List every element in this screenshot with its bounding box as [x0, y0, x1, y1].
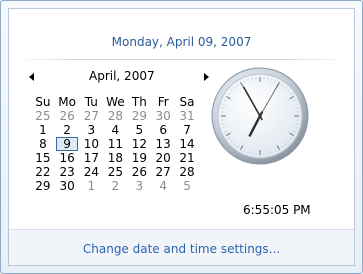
calendar-week-row: 1234567 [31, 123, 199, 137]
selected-day-label: 9 [56, 137, 79, 151]
weekday-header: Sa [179, 95, 195, 109]
calendar-day[interactable]: 16 [55, 151, 80, 165]
calendar-day[interactable]: 19 [127, 151, 151, 165]
calendar-grid: Su Mo Tu We Th Fr Sa 25 26 27 28 29 30 31 1 2 3 4 5 6 7 8 9 10… [31, 95, 199, 193]
analog-clock [211, 67, 309, 165]
weekday-header: Tu [84, 95, 98, 109]
calendar-day[interactable]: 5 [175, 179, 199, 193]
calendar-week-row: 22 23 24 25 26 27 28 [31, 165, 199, 179]
calendar-day[interactable]: 29 [31, 179, 55, 193]
calendar-day-selected[interactable]: 9 [55, 137, 80, 151]
calendar-day[interactable]: 28 [175, 165, 199, 179]
weekday-header: Fr [157, 95, 169, 109]
month-label[interactable]: April, 2007 [89, 69, 155, 83]
calendar-day[interactable]: 27 [79, 109, 103, 123]
calendar-day[interactable]: 25 [31, 109, 55, 123]
weekday-header-row: Su Mo Tu We Th Fr Sa [31, 95, 199, 109]
clock-face-icon [211, 67, 309, 165]
calendar-day[interactable]: 7 [175, 123, 199, 137]
calendar-day[interactable]: 18 [103, 151, 127, 165]
calendar-day[interactable]: 27 [151, 165, 175, 179]
calendar-week-row: 29 30 1 2 3 4 5 [31, 179, 199, 193]
calendar-week-row: 8 9 10 11 12 13 14 [31, 137, 199, 151]
change-settings-link[interactable]: Change date and time settings... [9, 242, 354, 256]
weekday-header: We [106, 95, 125, 109]
calendar-day[interactable]: 13 [151, 137, 175, 151]
long-date-link[interactable]: Monday, April 09, 2007 [9, 35, 354, 49]
calendar-day[interactable]: 14 [175, 137, 199, 151]
weekday-header: Th [131, 95, 147, 109]
calendar-day[interactable]: 26 [127, 165, 151, 179]
calendar-week-row: 15 16 17 18 19 20 21 [31, 151, 199, 165]
calendar-day[interactable]: 26 [55, 109, 80, 123]
calendar-day[interactable]: 23 [55, 165, 80, 179]
calendar-day[interactable]: 5 [127, 123, 151, 137]
calendar-day[interactable]: 4 [151, 179, 175, 193]
calendar-day[interactable]: 10 [79, 137, 103, 151]
calendar-day[interactable]: 21 [175, 151, 199, 165]
calendar-day[interactable]: 11 [103, 137, 127, 151]
calendar-day[interactable]: 28 [103, 109, 127, 123]
calendar-day[interactable]: 17 [79, 151, 103, 165]
calendar-day[interactable]: 24 [79, 165, 103, 179]
calendar-day[interactable]: 2 [103, 179, 127, 193]
calendar-week-row: 25 26 27 28 29 30 31 [31, 109, 199, 123]
calendar-day[interactable]: 1 [31, 123, 55, 137]
calendar-day[interactable]: 20 [151, 151, 175, 165]
calendar-day[interactable]: 30 [151, 109, 175, 123]
calendar-day[interactable]: 3 [79, 123, 103, 137]
calendar-day[interactable]: 29 [127, 109, 151, 123]
calendar-day[interactable]: 1 [79, 179, 103, 193]
calendar-day[interactable]: 4 [103, 123, 127, 137]
header-divider [13, 59, 350, 60]
weekday-header: Su [35, 95, 51, 109]
date-time-panel: Monday, April 09, 2007 April, 2007 Su Mo T… [8, 8, 355, 266]
calendar-day[interactable]: 15 [31, 151, 55, 165]
calendar-day[interactable]: 2 [55, 123, 80, 137]
calendar-day[interactable]: 8 [31, 137, 55, 151]
next-month-icon[interactable] [204, 73, 209, 81]
digital-time: 6:55:05 PM [243, 203, 311, 217]
calendar-day[interactable]: 25 [103, 165, 127, 179]
calendar-day[interactable]: 22 [31, 165, 55, 179]
calendar-day[interactable]: 30 [55, 179, 80, 193]
weekday-header: Mo [58, 95, 76, 109]
previous-month-icon[interactable] [29, 73, 34, 81]
calendar-day[interactable]: 12 [127, 137, 151, 151]
calendar-day[interactable]: 31 [175, 109, 199, 123]
calendar-nav: April, 2007 [19, 67, 209, 85]
calendar-day[interactable]: 6 [151, 123, 175, 137]
calendar-day[interactable]: 3 [127, 179, 151, 193]
